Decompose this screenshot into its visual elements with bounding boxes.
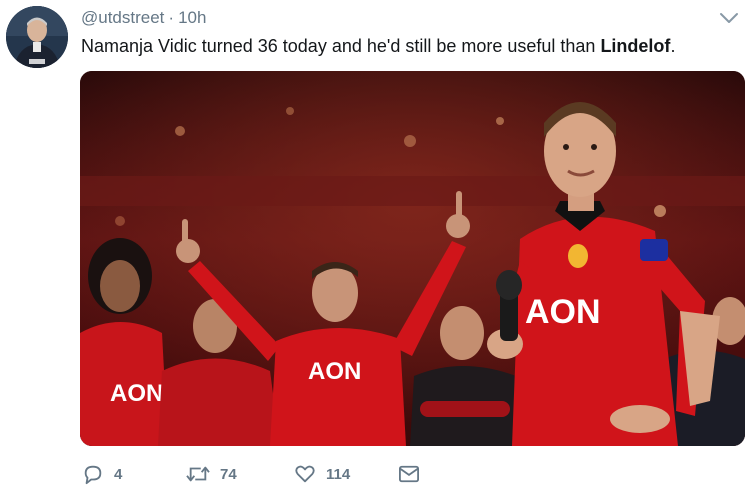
sponsor-text-center: AON [308,358,361,385]
envelope-icon [398,464,420,484]
retweet-button[interactable]: 74 [186,462,237,486]
reply-button[interactable]: 4 [82,462,122,486]
reply-count: 4 [114,465,123,483]
retweet-icon [186,463,210,485]
avatar[interactable] [6,6,68,68]
like-count: 114 [326,465,351,483]
tweet-text-main: Namanja Vidic turned 36 today and he'd s… [81,36,601,56]
retweet-count: 74 [220,465,237,483]
tweet-header: @utdstreet · 10h [81,8,206,28]
like-button[interactable]: 114 [294,462,350,486]
tweet-text: Namanja Vidic turned 36 today and he'd s… [81,36,675,57]
sponsor-text-main: AON [525,293,601,331]
avatar-image [6,6,68,68]
tweet-timestamp[interactable]: 10h [178,8,206,27]
chevron-down-icon[interactable] [718,9,740,27]
tweet-text-end: . [670,36,676,56]
sponsor-text-left: AON [110,380,163,407]
heart-icon [294,463,316,485]
tweet-text-bold: Lindelof [600,36,671,56]
user-handle[interactable]: @utdstreet [81,8,164,27]
tweet-photo[interactable]: AON AON AON [80,71,745,446]
message-button[interactable] [398,462,420,486]
tweet-card: @utdstreet · 10h Namanja Vidic turned 36 t… [0,0,750,492]
reply-icon [82,463,104,485]
separator-dot: · [168,8,175,27]
